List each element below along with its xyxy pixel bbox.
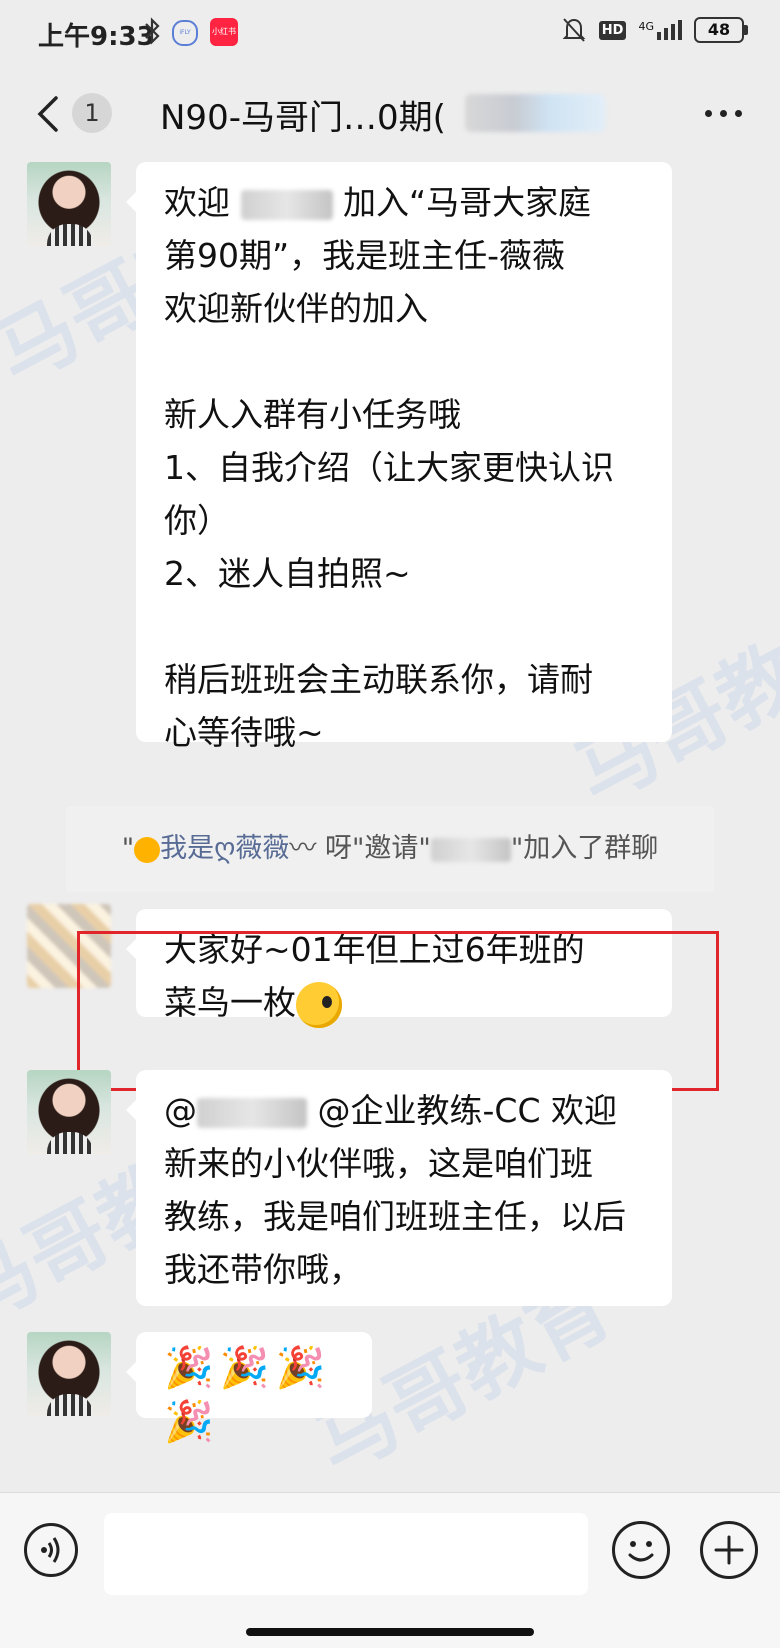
input-bar [0,1492,780,1648]
more-dots-icon[interactable] [705,110,742,117]
redacted-name [430,837,511,862]
chat-title: N90-马哥门…0期( [160,98,446,138]
message-text: 欢迎 [164,183,241,222]
bluetooth-icon [145,17,160,45]
system-invite-note: " 我是ღ薇薇〰 呀"邀请" "加入了群聊 [66,806,714,892]
chevron-left-icon[interactable] [28,92,68,136]
avatar[interactable] [27,1332,111,1416]
message-bubble[interactable]: 欢迎 加入“马哥大家庭 第90期”，我是班主任-薇薇 欢迎新伙伴的加入 新人入群… [126,162,672,752]
redacted-name [240,189,333,220]
status-bar: 上午9:33 iFLY 小红书 HD 4G 48 [0,0,780,64]
chat-messages[interactable]: 马哥教育 马哥教育 马哥教育 马哥教育 欢迎 加入“马哥大家庭 第90期”，我是… [0,162,780,1492]
message-bubble[interactable]: @ @企业教练-CC 欢迎 新来的小伙伴哦，这是咱们班 教练，我是咱们班班主任，… [126,1070,672,1306]
emoji-smile-icon[interactable] [612,1521,670,1579]
voice-icon[interactable] [24,1523,78,1577]
status-time: 上午9:33 [38,22,155,52]
network-label: 4G [638,20,654,33]
message-input[interactable] [104,1513,588,1595]
inviter-name[interactable]: 我是ღ薇薇 [160,833,289,864]
avatar[interactable] [27,162,111,246]
redacted-name [197,1097,307,1128]
home-indicator[interactable] [246,1628,534,1636]
sun-emoji-icon [134,836,161,863]
battery-indicator: 48 [694,17,748,43]
chat-header: 1 N90-马哥门…0期( [0,64,780,162]
hd-icon: HD [598,20,627,40]
plus-circle-icon[interactable] [700,1521,758,1579]
xiaohongshu-app-icon: 小红书 [210,18,238,46]
system-note-text: 〰 呀"邀请" [289,833,431,864]
title-redacted [465,94,605,132]
party-popper-emoji: 🎉🎉🎉🎉 [164,1345,332,1445]
avatar[interactable] [27,1070,111,1154]
system-note-text: " [121,833,135,864]
highlight-box [77,931,719,1091]
unread-count-badge[interactable]: 1 [72,93,112,133]
signal-4g-icon: 4G [638,20,682,40]
mute-bell-icon [562,18,586,42]
message-text: 加入“马哥大家庭 第90期”，我是班主任-薇薇 欢迎新伙伴的加入 新人入群有小任… [164,183,614,752]
message-bubble[interactable]: 🎉🎉🎉🎉 [126,1332,372,1445]
message-text: @ [164,1091,197,1130]
system-note-text: "加入了群聊 [510,833,659,864]
ifly-app-icon: iFLY [172,20,198,46]
